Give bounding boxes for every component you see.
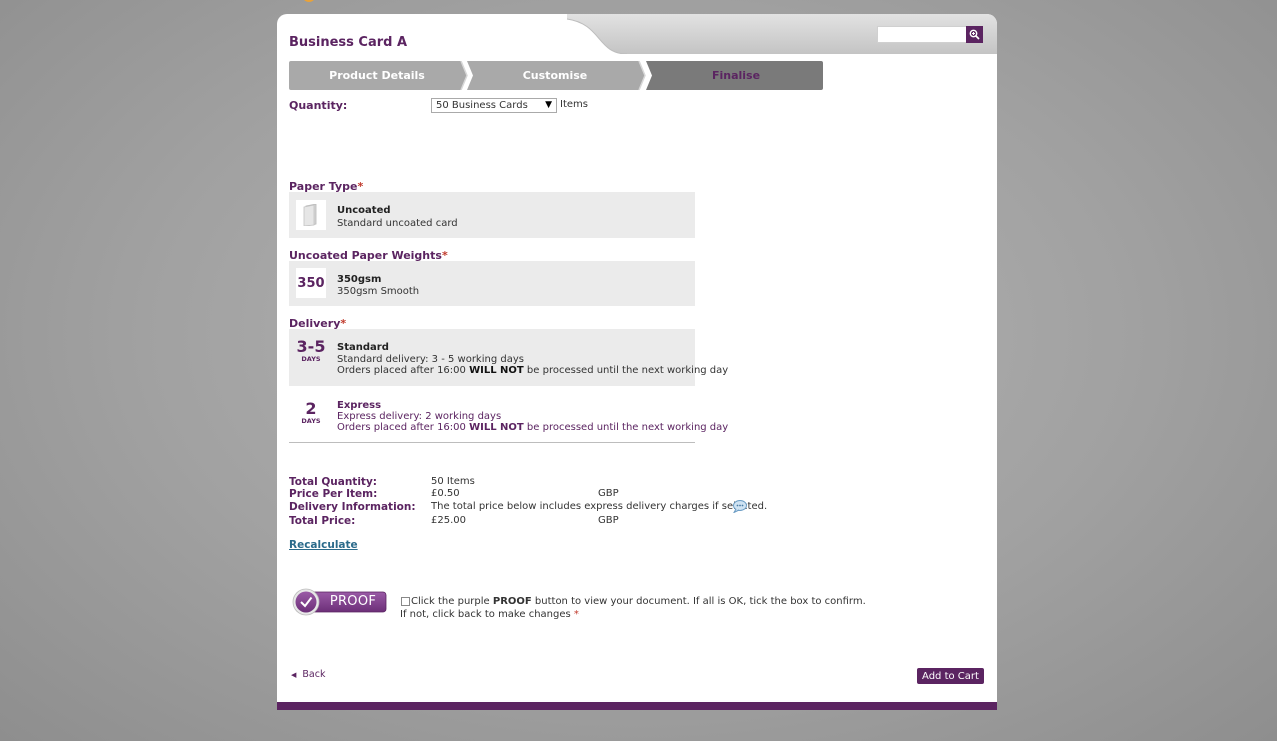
proof-button-label: PROOF: [329, 594, 377, 609]
progress-steps: Product Details Customise Finalise: [289, 61, 823, 90]
note-text: Orders placed after 16:00: [337, 365, 470, 376]
delivery-info-value: The total price below includes express d…: [431, 501, 768, 512]
note-text: be processed until the next working day: [523, 365, 729, 376]
product-panel: Business Card A Product Details Customis…: [277, 14, 997, 710]
step-customise[interactable]: Customise: [469, 61, 641, 90]
proof-text: If not, click back to make changes: [400, 609, 571, 620]
weight-350-icon: 350: [296, 268, 326, 298]
note-text: be processed until the next working day: [523, 422, 729, 433]
search-input[interactable]: [877, 26, 967, 43]
info-bubble-icon[interactable]: [732, 500, 747, 513]
delivery-express-title: Express: [337, 400, 382, 411]
back-label: Back: [302, 669, 326, 680]
search-button[interactable]: [966, 26, 983, 43]
delivery-icon-number: 3-5: [296, 337, 326, 356]
proof-text: button to view your document. If all is …: [531, 596, 866, 607]
paper-weight-title: 350gsm: [337, 274, 382, 285]
divider: [289, 442, 695, 443]
recalculate-link[interactable]: Recalculate: [289, 539, 358, 551]
note-emphasis: WILL NOT: [469, 365, 524, 376]
note-text: Orders placed after 16:00: [337, 422, 470, 433]
required-mark: *: [573, 609, 579, 620]
proof-instructions-line2: If not, click back to make changes *: [400, 609, 579, 620]
add-to-cart-button[interactable]: Add to Cart: [917, 668, 984, 684]
proof-confirm-checkbox[interactable]: [401, 597, 410, 606]
back-arrow-icon: ◀: [291, 671, 297, 679]
delivery-standard-desc: Standard delivery: 3 - 5 working days: [337, 354, 524, 365]
delivery-option-express[interactable]: 2 DAYS Express Express delivery: 2 worki…: [289, 386, 728, 442]
quantity-label: Quantity:: [289, 99, 348, 112]
step-finalise: Finalise: [711, 69, 761, 82]
paper-type-option-uncoated[interactable]: Uncoated Standard uncoated card: [289, 192, 695, 238]
delivery-standard-title: Standard: [337, 342, 389, 353]
proof-text: Click the purple: [411, 596, 493, 607]
delivery-days-icon: 2 DAYS: [296, 399, 326, 426]
total-quantity-value: 50 Items: [431, 476, 475, 487]
delivery-days-icon: 3-5 DAYS: [296, 337, 326, 364]
proof-text-emphasis: PROOF: [492, 596, 532, 607]
paper-weight-desc: 350gsm Smooth: [337, 286, 420, 297]
total-price-label: Total Price:: [289, 515, 356, 527]
delivery-icon-unit: DAYS: [301, 355, 321, 363]
weight-icon-text: 350: [297, 275, 325, 291]
paper-weight-option-350[interactable]: 350 350gsm 350gsm Smooth: [289, 261, 695, 306]
total-price-currency: GBP: [598, 515, 619, 526]
quantity-selected-value: 50 Business Cards: [436, 100, 528, 111]
price-per-item-label: Price Per Item:: [289, 488, 378, 500]
paper-type-desc: Standard uncoated card: [337, 218, 458, 229]
quantity-select[interactable]: 50 Business Cards ▼: [431, 98, 557, 113]
step-product-details[interactable]: Product Details: [289, 61, 465, 90]
price-per-item-currency: GBP: [598, 488, 619, 499]
price-per-item-value: £0.50: [431, 488, 460, 499]
dropdown-arrow-icon: ▼: [545, 100, 552, 110]
proof-button[interactable]: PROOF: [292, 588, 388, 618]
total-price-value: £25.00: [431, 515, 466, 526]
note-emphasis: WILL NOT: [469, 422, 524, 433]
delivery-express-note: Orders placed after 16:00 WILL NOT be pr…: [337, 422, 728, 433]
delivery-icon-unit: DAYS: [301, 417, 321, 425]
proof-instructions: Click the purple PROOF button to view yo…: [411, 596, 866, 607]
search-icon: [969, 29, 980, 40]
footer-bar: [277, 702, 997, 710]
page-title: Business Card A: [289, 35, 408, 50]
paper-type-title: Uncoated: [337, 205, 391, 216]
delivery-icon-number: 2: [305, 399, 317, 418]
paper-icon: [296, 200, 326, 230]
delivery-standard-note: Orders placed after 16:00 WILL NOT be pr…: [337, 365, 728, 376]
total-quantity-label: Total Quantity:: [289, 476, 377, 488]
delivery-express-desc: Express delivery: 2 working days: [337, 411, 502, 422]
quantity-unit: Items: [560, 99, 588, 110]
back-link[interactable]: ◀ Back: [291, 669, 325, 680]
logo-fragment: [302, 0, 316, 2]
delivery-option-standard[interactable]: 3-5 DAYS Standard Standard delivery: 3 -…: [289, 329, 728, 386]
delivery-info-label: Delivery Information:: [289, 501, 416, 513]
